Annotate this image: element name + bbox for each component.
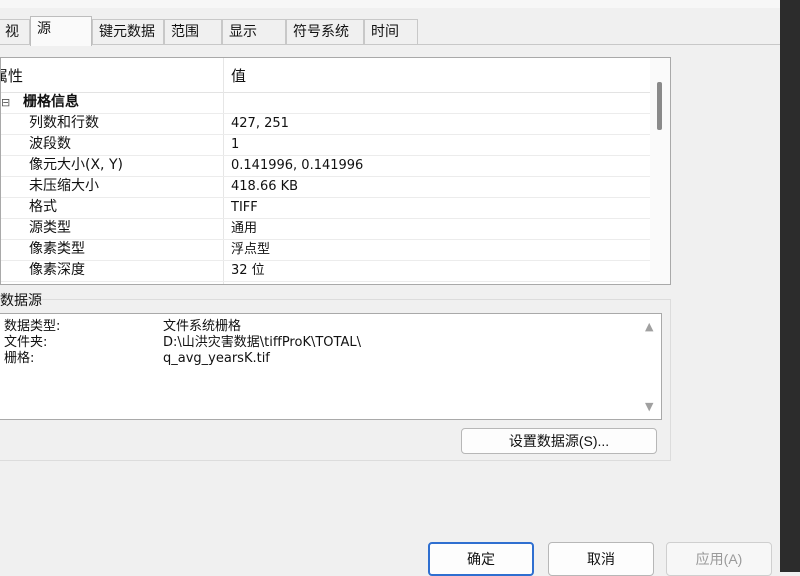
vertical-scrollbar[interactable]	[650, 58, 670, 284]
tab-general[interactable]: 视	[0, 19, 30, 44]
folder-label: 文件夹:	[4, 335, 48, 350]
table-row[interactable]: 源类型 通用	[1, 218, 651, 240]
property-value: 32 位	[231, 263, 265, 278]
property-key: 源类型	[29, 220, 71, 236]
table-row[interactable]: 格式 TIFF	[1, 197, 651, 219]
property-value: 0.141996, 0.141996	[231, 158, 364, 173]
property-key: 未压缩大小	[29, 178, 99, 194]
data-type-value: 文件系统栅格	[163, 319, 242, 334]
data-type-label: 数据类型:	[4, 319, 61, 334]
property-value: 1	[231, 137, 240, 152]
property-value: 浮点型	[231, 242, 271, 257]
property-value: 418.66 KB	[231, 179, 299, 194]
table-row[interactable]: 列数和行数 427, 251	[1, 113, 651, 135]
table-row[interactable]: 像元大小(X, Y) 0.141996, 0.141996	[1, 155, 651, 177]
data-source-scrollbar[interactable]: ▲ ▼	[639, 314, 661, 419]
cancel-button[interactable]: 取消	[548, 542, 654, 576]
scroll-up-arrow-icon[interactable]: ▲	[645, 320, 653, 333]
grid-header: 属性 值	[1, 58, 651, 93]
header-property[interactable]: 属性	[1, 65, 23, 86]
ok-button[interactable]: 确定	[428, 542, 534, 576]
scroll-down-arrow-icon[interactable]: ▼	[645, 400, 653, 413]
apply-button[interactable]: 应用(A)	[666, 542, 772, 576]
property-key: 像元大小(X, Y)	[29, 157, 123, 173]
property-key: 像素深度	[29, 262, 85, 278]
property-key: 像素类型	[29, 241, 85, 257]
tab-time[interactable]: 时间	[364, 19, 418, 44]
header-value[interactable]: 值	[231, 65, 246, 86]
table-row[interactable]: 未压缩大小 418.66 KB	[1, 176, 651, 198]
table-row[interactable]: 波段数 1	[1, 134, 651, 156]
property-key: 格式	[29, 199, 57, 215]
background-edge	[780, 0, 800, 572]
tab-display[interactable]: 显示	[222, 19, 286, 44]
property-value: 427, 251	[231, 116, 289, 131]
tab-source[interactable]: 源	[30, 16, 92, 46]
data-source-title: 数据源	[0, 293, 42, 309]
property-key: 列数和行数	[29, 115, 99, 131]
group-label: 栅格信息	[23, 94, 79, 110]
window-top-strip	[0, 0, 780, 8]
property-key: 波段数	[29, 136, 71, 152]
scrollbar-thumb[interactable]	[657, 82, 662, 130]
tab-key-metadata[interactable]: 键元数据	[92, 19, 164, 44]
folder-value: D:\山洪灾害数据\tiffProK\TOTAL\	[163, 335, 361, 350]
property-value: 通用	[231, 221, 258, 236]
tab-panel-border	[0, 44, 780, 45]
group-row-raster-info[interactable]: ⊟ 栅格信息	[1, 92, 651, 114]
property-grid[interactable]: 属性 值 ⊟ 栅格信息 列数和行数 427, 251 波段数 1 像元大小(X,…	[0, 57, 671, 285]
table-row[interactable]: 像素类型 浮点型	[1, 239, 651, 261]
data-source-textbox[interactable]: 数据类型: 文件系统栅格 文件夹: D:\山洪灾害数据\tiffProK\TOT…	[0, 313, 662, 420]
raster-label: 栅格:	[4, 351, 35, 366]
collapse-icon[interactable]: ⊟	[1, 92, 10, 113]
tab-symbology[interactable]: 符号系统	[286, 19, 364, 44]
property-value: TIFF	[231, 200, 258, 215]
tab-bar: 视 源 键元数据 范围 显示 符号系统 时间	[0, 16, 780, 46]
tab-extent[interactable]: 范围	[164, 19, 222, 44]
table-row[interactable]: 像素深度 32 位	[1, 260, 651, 282]
set-data-source-button[interactable]: 设置数据源(S)...	[461, 428, 657, 454]
raster-value: q_avg_yearsK.tif	[163, 351, 270, 366]
